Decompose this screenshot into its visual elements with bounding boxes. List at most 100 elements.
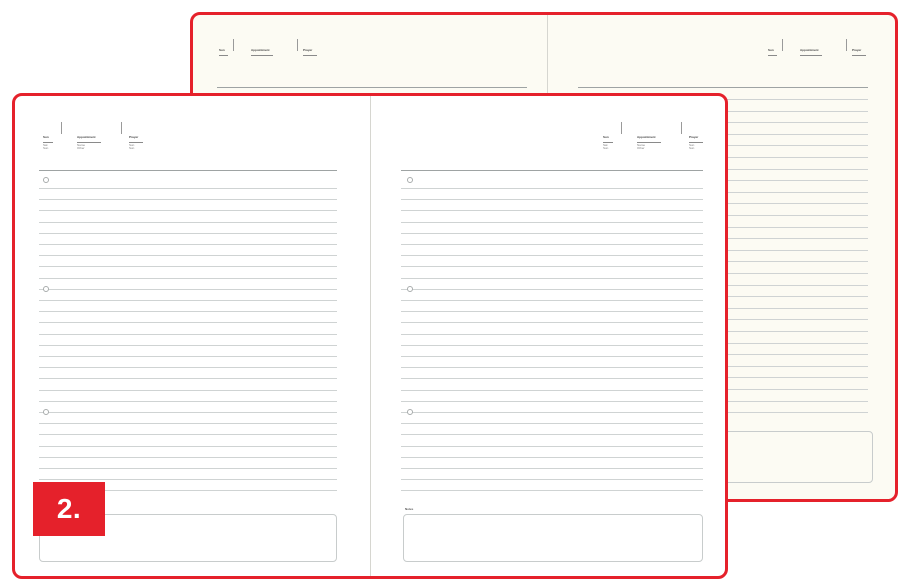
ruled-line (401, 333, 703, 335)
ruled-line (401, 322, 703, 324)
ruled-line (401, 288, 703, 290)
header-rule (219, 55, 228, 56)
ruled-line (401, 344, 703, 346)
ruled-line (39, 400, 337, 402)
ruled-line (39, 344, 337, 346)
ruled-line (401, 445, 703, 447)
header-col-2: Appointment Name Other (77, 135, 101, 150)
ruled-line (401, 490, 703, 492)
ruled-line (39, 232, 337, 234)
header-rule (768, 55, 777, 56)
header-tick (297, 39, 298, 51)
notebook-illustration: Sun Appointment Prayer Sun Appointment P… (0, 0, 898, 579)
header-tick (681, 122, 682, 134)
ruled-line (401, 300, 703, 301)
header-col-3: Prayer Sun Sun (121, 122, 143, 150)
notes-label: Notes (405, 507, 414, 511)
header-col-2: Appointment (251, 48, 273, 56)
ruled-line (401, 389, 703, 391)
ruled-line (401, 277, 703, 279)
ruled-line (39, 456, 337, 458)
header-col-sub: Sun (129, 146, 135, 150)
header-rule (43, 142, 53, 143)
section-marker-icon (43, 286, 49, 292)
header-rule (800, 55, 822, 56)
header-rule (689, 142, 703, 143)
front-right-page: Sun Sat Sun Appointment Name Other Praye… (371, 96, 725, 576)
ruled-line (401, 311, 703, 313)
ruled-line (401, 244, 703, 245)
section-marker-icon (43, 177, 49, 183)
ruled-line (39, 333, 337, 335)
ruled-line (39, 210, 337, 212)
ruled-line (39, 322, 337, 324)
ruled-line (401, 468, 703, 469)
header-col-title: Sun (768, 48, 774, 52)
header-tick (121, 122, 122, 134)
header-col-3: Prayer Sun Sun (681, 122, 703, 150)
ruled-line (39, 277, 337, 279)
header-col-sub: Sun (603, 146, 609, 150)
header-col-sub: Other (637, 146, 645, 150)
ruled-line (39, 434, 337, 436)
ruled-line (39, 423, 337, 425)
header-rule (303, 55, 317, 56)
ruled-line (401, 400, 703, 402)
ruled-line (39, 199, 337, 201)
header-col-title: Appointment (77, 135, 96, 139)
ruled-line (39, 300, 337, 301)
ruled-line (39, 244, 337, 245)
header-tick (61, 122, 62, 134)
front-left-header-rule (39, 170, 337, 171)
back-left-header-rule (217, 87, 527, 88)
section-marker-icon (407, 286, 413, 292)
ruled-line (401, 232, 703, 234)
header-tick (782, 39, 783, 51)
header-col-2: Appointment (800, 48, 822, 56)
ruled-line (39, 188, 337, 189)
header-col-sub: Sun (689, 146, 695, 150)
header-col-title: Appointment (637, 135, 656, 139)
ruled-line (401, 199, 703, 201)
header-col-3: Prayer (297, 39, 317, 56)
header-tick (846, 39, 847, 51)
header-col-1: Sun Sat Sun (603, 122, 622, 150)
ruled-line (401, 367, 703, 369)
header-col-1: Sun (219, 39, 234, 56)
ruled-line (39, 367, 337, 369)
header-tick (233, 39, 234, 51)
ruled-line (39, 311, 337, 313)
ruled-line (39, 389, 337, 391)
header-col-title: Sun (219, 48, 225, 52)
front-right-notes-box (403, 514, 703, 562)
ruled-line (401, 210, 703, 212)
header-rule (129, 142, 143, 143)
header-col-title: Prayer (852, 48, 862, 52)
ruled-line (39, 378, 337, 380)
ruled-line (39, 221, 337, 223)
header-col-sub: Sun (43, 146, 49, 150)
header-col-title: Appointment (800, 48, 819, 52)
ruled-line (401, 479, 703, 481)
front-notebook-spread: Sun Sat Sun Appointment Name Other Praye… (12, 93, 728, 579)
section-marker-icon (407, 177, 413, 183)
ruled-line (39, 412, 337, 413)
ruled-line (39, 468, 337, 469)
header-tick (621, 122, 622, 134)
header-col-sub: Other (77, 146, 85, 150)
header-col-2: Appointment Name Other (637, 135, 661, 150)
header-col-1: Sun (768, 39, 783, 56)
front-right-header-rule (401, 170, 703, 171)
ruled-line (401, 412, 703, 413)
section-marker-icon (43, 409, 49, 415)
header-col-title: Appointment (251, 48, 270, 52)
header-col-1: Sun Sat Sun (43, 122, 62, 150)
header-rule (603, 142, 613, 143)
ruled-line (401, 266, 703, 268)
ruled-line (401, 356, 703, 357)
step-number-badge: 2. (33, 482, 105, 536)
ruled-line (401, 255, 703, 257)
header-col-title: Prayer (689, 135, 699, 139)
ruled-line (401, 221, 703, 223)
ruled-line (401, 188, 703, 189)
